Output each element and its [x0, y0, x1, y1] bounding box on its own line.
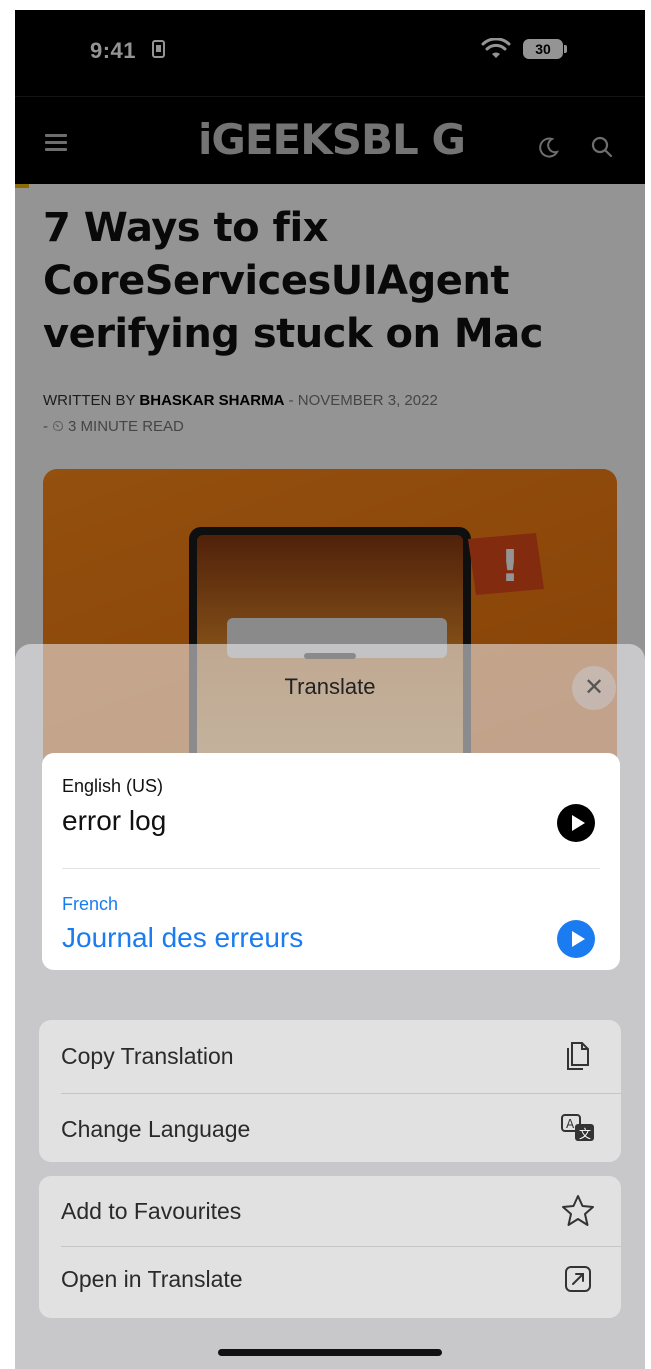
svg-text:文: 文	[579, 1126, 591, 1141]
home-indicator[interactable]	[218, 1349, 442, 1356]
sheet-grabber[interactable]	[304, 653, 356, 659]
action-group-secondary: Add to Favourites Open in Translate	[39, 1176, 621, 1318]
close-button[interactable]: ✕	[572, 666, 616, 710]
copy-translation-button[interactable]: Copy Translation	[39, 1023, 621, 1089]
star-icon	[562, 1195, 594, 1226]
open-in-translate-label: Open in Translate	[61, 1266, 243, 1292]
copy-icon	[567, 1042, 589, 1070]
source-language-label: English (US)	[62, 776, 164, 796]
separator	[61, 1093, 621, 1094]
source-text: error log	[62, 805, 167, 836]
translated-text: Journal des erreurs	[62, 922, 304, 953]
change-language-label: Change Language	[61, 1116, 251, 1142]
copy-translation-label: Copy Translation	[61, 1043, 234, 1069]
change-language-button[interactable]: Change Language A 文	[39, 1096, 621, 1162]
add-to-favourites-label: Add to Favourites	[61, 1198, 242, 1224]
svg-text:A: A	[566, 1117, 575, 1131]
open-external-icon	[565, 1266, 591, 1292]
sheet-title: Translate	[284, 674, 376, 699]
translate-icon: A 文	[561, 1114, 594, 1141]
action-group-primary: Copy Translation Change Language A 文	[39, 1020, 621, 1162]
translation-card: English (US) error log French Journal de…	[42, 753, 620, 970]
close-icon: ✕	[583, 674, 605, 701]
target-language-label: French	[62, 894, 119, 914]
open-in-translate-button[interactable]: Open in Translate	[39, 1246, 621, 1312]
phone-screen: 9:41 30 iGEEKSBL G 7 Ways to fix CoreSer…	[15, 10, 645, 1369]
add-to-favourites-button[interactable]: Add to Favourites	[39, 1178, 621, 1244]
divider	[62, 868, 600, 869]
play-translation-button[interactable]	[557, 920, 595, 958]
play-source-button[interactable]	[557, 804, 595, 842]
